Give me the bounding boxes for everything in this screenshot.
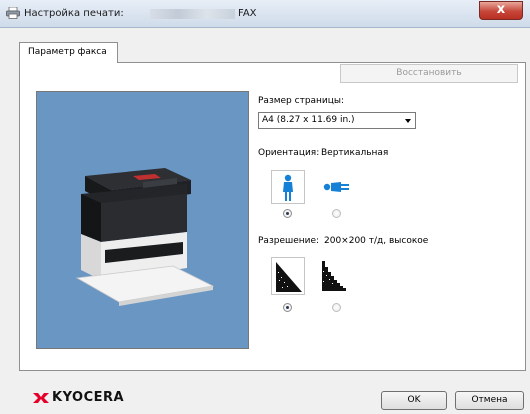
ok-button[interactable]: OK [381,391,447,410]
page-size-label: Размер страницы: [258,96,345,106]
window-titlebar: Настройка печати: FAX x [0,0,530,28]
window-title: Настройка печати: [24,8,124,19]
landscape-person-icon [323,182,349,192]
resolution-value: 200×200 т/д, высокое [324,236,429,246]
page-size-select[interactable]: A4 (8.27 x 11.69 in.) [258,112,416,129]
portrait-option[interactable] [271,170,305,204]
portrait-radio[interactable] [283,209,292,218]
landscape-radio[interactable] [332,209,341,218]
resolution-label: Разрешение: [258,236,320,246]
printer-name-redacted [150,9,235,19]
printer-illustration [75,168,215,306]
close-button[interactable]: x [479,1,523,20]
landscape-option[interactable] [318,170,352,204]
brand-name: KYOCERA [52,390,125,405]
coarse-resolution-radio[interactable] [332,303,341,312]
printer-icon [6,7,20,19]
fine-resolution-option[interactable] [271,257,305,295]
window-title-suffix: FAX [238,8,257,19]
orientation-value: Вертикальная [321,148,389,158]
fine-resolution-icon [276,262,302,292]
printer-preview [36,91,249,349]
restore-button[interactable]: Восстановить [340,64,518,83]
coarse-resolution-icon [322,261,346,291]
coarse-resolution-option[interactable] [318,257,352,295]
tab-fax-settings[interactable]: Параметр факса [19,42,118,63]
portrait-person-icon [283,174,293,201]
page-size-value: A4 (8.27 x 11.69 in.) [262,115,355,125]
orientation-label: Ориентация: [258,148,320,158]
fine-resolution-radio[interactable] [283,303,292,312]
cancel-button[interactable]: Отмена [455,391,524,410]
kyocera-mark-icon [33,393,49,403]
chevron-down-icon [405,119,411,123]
